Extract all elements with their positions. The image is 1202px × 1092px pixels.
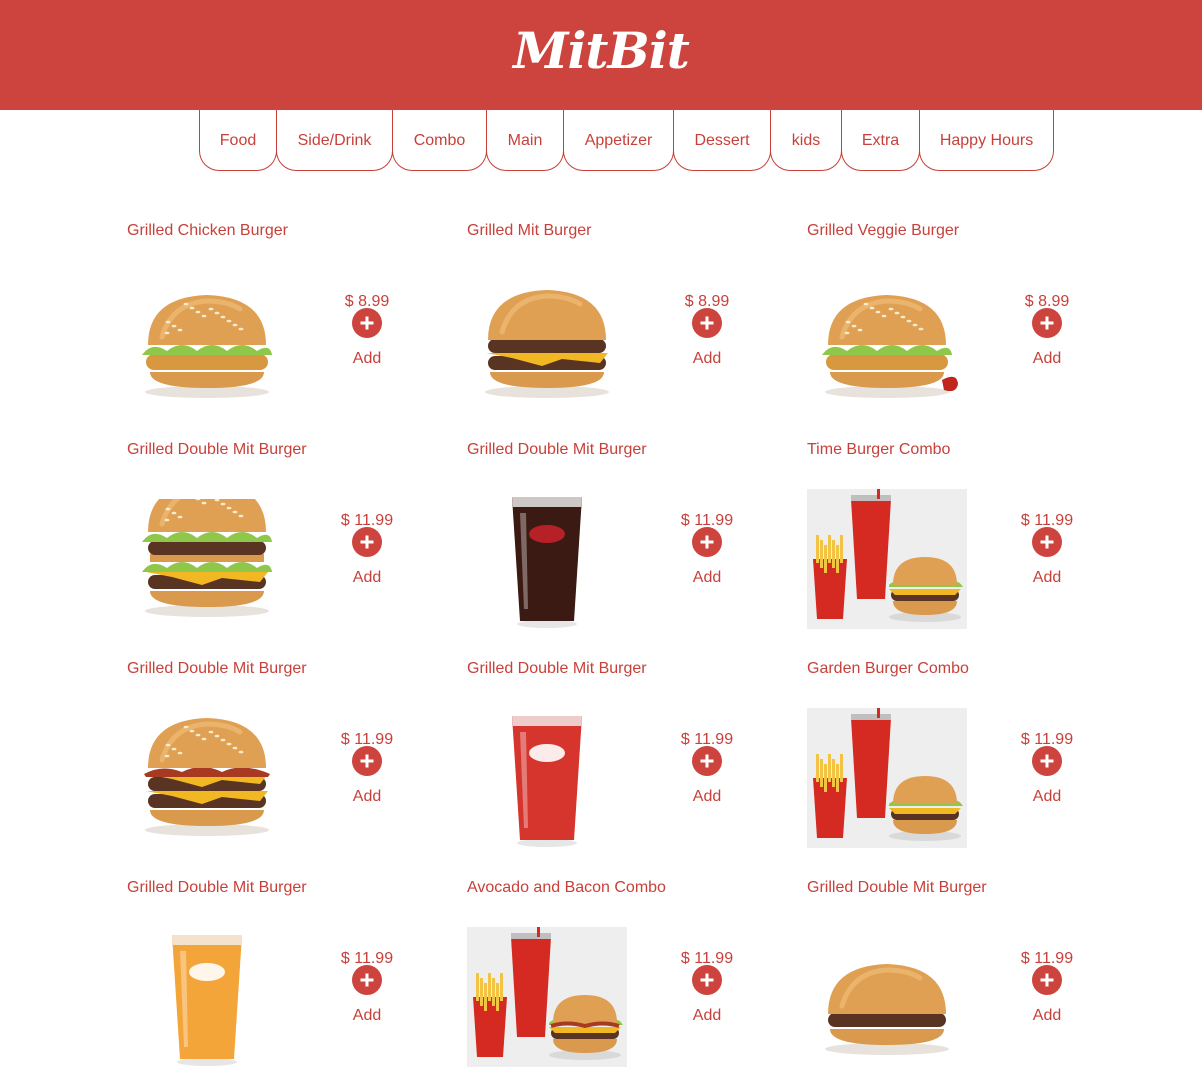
plus-icon <box>1039 315 1055 331</box>
top-header: MitBit <box>0 0 1202 110</box>
plus-icon <box>359 753 375 769</box>
menu-item-card: Grilled Veggie Burger $ 8.99 Add <box>807 222 1127 422</box>
menu-item-card: Grilled Double Mit Burger $ 11.99 Add <box>467 441 787 641</box>
add-button[interactable] <box>352 527 382 557</box>
add-button[interactable] <box>692 965 722 995</box>
plus-icon <box>699 534 715 550</box>
add-label[interactable]: Add <box>672 1007 742 1025</box>
add-button[interactable] <box>1032 527 1062 557</box>
category-tabs: Food Side/Drink Combo Main Appetizer Des… <box>199 110 1054 171</box>
add-button[interactable] <box>1032 746 1062 776</box>
tab-happy-hours[interactable]: Happy Hours <box>919 110 1054 171</box>
add-button[interactable] <box>1032 308 1062 338</box>
menu-item-card: Garden Burger Combo $ 11.99 Add <box>807 660 1127 860</box>
add-button[interactable] <box>692 746 722 776</box>
tab-kids[interactable]: kids <box>770 110 842 171</box>
menu-item-title: Grilled Double Mit Burger <box>127 441 307 458</box>
menu-item-image <box>807 708 967 848</box>
menu-item-image <box>127 489 287 629</box>
menu-item-title: Grilled Double Mit Burger <box>807 879 987 896</box>
add-label[interactable]: Add <box>1012 1007 1082 1025</box>
tab-dessert[interactable]: Dessert <box>673 110 771 171</box>
plus-icon <box>699 972 715 988</box>
menu-item-card: Grilled Double Mit Burger $ 11.99 Add <box>127 660 447 860</box>
app-logo: MitBit <box>513 20 690 80</box>
tab-appetizer[interactable]: Appetizer <box>563 110 674 171</box>
add-label[interactable]: Add <box>332 569 402 587</box>
menu-item-title: Grilled Mit Burger <box>467 222 592 239</box>
plus-icon <box>359 972 375 988</box>
tab-main[interactable]: Main <box>486 110 564 171</box>
plus-icon <box>1039 534 1055 550</box>
add-label[interactable]: Add <box>1012 569 1082 587</box>
menu-item-image <box>807 489 967 629</box>
menu-item-title: Grilled Veggie Burger <box>807 222 960 239</box>
menu-item-card: Grilled Double Mit Burger $ 11.99 Add <box>807 879 1127 1079</box>
add-label[interactable]: Add <box>672 569 742 587</box>
menu-item-card: Grilled Double Mit Burger $ 11.99 Add <box>467 660 787 860</box>
tab-combo[interactable]: Combo <box>392 110 487 171</box>
menu-item-title: Grilled Double Mit Burger <box>127 879 307 896</box>
plus-icon <box>359 315 375 331</box>
add-button[interactable] <box>692 308 722 338</box>
menu-item-image <box>467 927 627 1067</box>
menu-item-image <box>807 927 967 1067</box>
tab-side-drink[interactable]: Side/Drink <box>276 110 393 171</box>
menu-item-title: Time Burger Combo <box>807 441 951 458</box>
add-button[interactable] <box>352 965 382 995</box>
add-button[interactable] <box>352 308 382 338</box>
add-button[interactable] <box>692 527 722 557</box>
menu-item-card: Avocado and Bacon Combo $ 11.99 Add <box>467 879 787 1079</box>
add-label[interactable]: Add <box>332 1007 402 1025</box>
menu-item-title: Avocado and Bacon Combo <box>467 879 666 896</box>
tab-food[interactable]: Food <box>199 110 277 171</box>
menu-item-image <box>807 270 967 410</box>
add-label[interactable]: Add <box>672 350 742 368</box>
menu-item-title: Grilled Chicken Burger <box>127 222 288 239</box>
menu-item-image <box>127 270 287 410</box>
add-label[interactable]: Add <box>672 788 742 806</box>
plus-icon <box>699 753 715 769</box>
menu-item-card: Grilled Double Mit Burger $ 11.99 Add <box>127 441 447 641</box>
menu-item-title: Grilled Double Mit Burger <box>467 441 647 458</box>
add-label[interactable]: Add <box>332 788 402 806</box>
menu-item-title: Garden Burger Combo <box>807 660 969 677</box>
plus-icon <box>359 534 375 550</box>
add-button[interactable] <box>1032 965 1062 995</box>
menu-item-card: Grilled Chicken Burger $ 8.99 Add <box>127 222 447 422</box>
plus-icon <box>699 315 715 331</box>
tab-extra[interactable]: Extra <box>841 110 920 171</box>
menu-item-image <box>467 270 627 410</box>
menu-item-card: Grilled Double Mit Burger $ 11.99 Add <box>127 879 447 1079</box>
menu-item-image <box>467 708 627 848</box>
menu-item-image <box>127 927 287 1067</box>
menu-item-title: Grilled Double Mit Burger <box>467 660 647 677</box>
plus-icon <box>1039 753 1055 769</box>
menu-item-title: Grilled Double Mit Burger <box>127 660 307 677</box>
menu-item-image <box>127 708 287 848</box>
add-label[interactable]: Add <box>332 350 402 368</box>
plus-icon <box>1039 972 1055 988</box>
menu-item-image <box>467 489 627 629</box>
menu-item-card: Time Burger Combo $ 11.99 Add <box>807 441 1127 641</box>
add-label[interactable]: Add <box>1012 788 1082 806</box>
add-button[interactable] <box>352 746 382 776</box>
menu-item-card: Grilled Mit Burger $ 8.99 Add <box>467 222 787 422</box>
add-label[interactable]: Add <box>1012 350 1082 368</box>
